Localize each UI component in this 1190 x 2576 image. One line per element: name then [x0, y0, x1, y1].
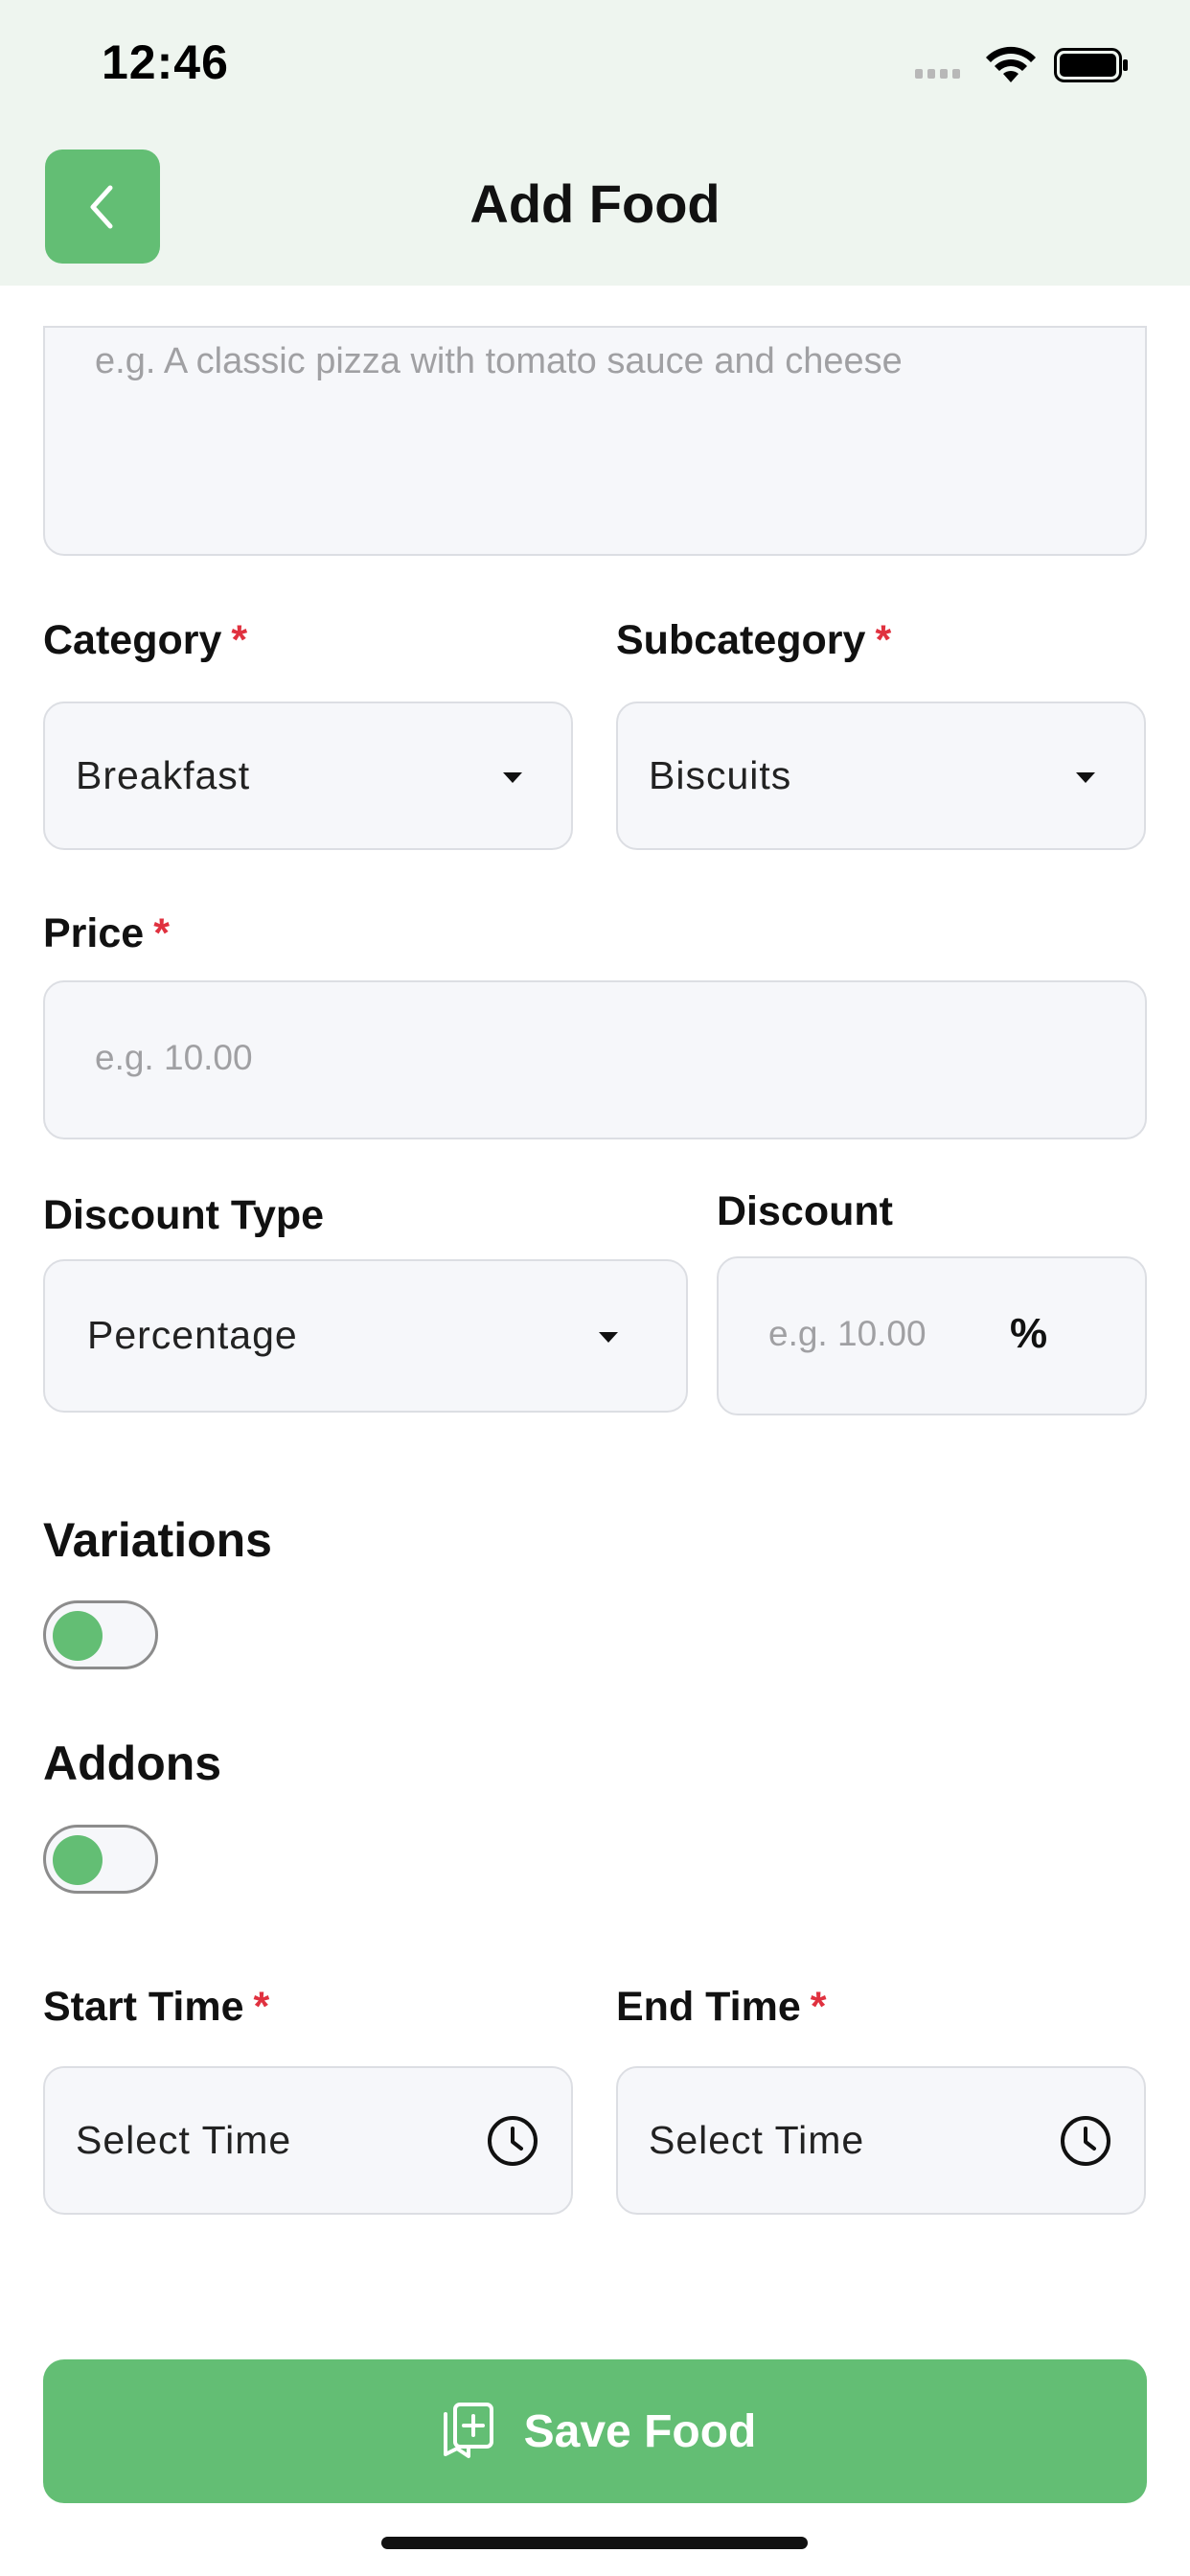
start-time-value: Select Time [76, 2118, 292, 2162]
caret-down-icon [1076, 772, 1095, 783]
start-time-label: Start Time * [43, 1984, 270, 2030]
description-textarea[interactable]: e.g. A classic pizza with tomato sauce a… [43, 326, 1147, 556]
caret-down-icon [503, 772, 522, 783]
category-label: Category * [43, 617, 248, 663]
battery-icon [1054, 48, 1128, 82]
discount-label: Discount [717, 1188, 893, 1234]
addons-label: Addons [43, 1736, 222, 1790]
description-placeholder: e.g. A classic pizza with tomato sauce a… [95, 341, 903, 381]
discount-type-label: Discount Type [43, 1192, 325, 1238]
clock-icon [1061, 2116, 1110, 2166]
toggle-knob [53, 1611, 103, 1661]
status-time: 12:46 [102, 35, 229, 89]
price-placeholder: e.g. 10.00 [95, 1038, 253, 1077]
wifi-icon [986, 46, 1036, 82]
app-header: 12:46 Add Food [0, 0, 1190, 286]
start-time-picker[interactable]: Select Time [43, 2066, 573, 2215]
percent-unit: % [1010, 1310, 1048, 1357]
save-food-label: Save Food [523, 2405, 757, 2457]
required-asterisk: * [153, 910, 170, 956]
required-asterisk: * [810, 1984, 827, 2030]
subcategory-label: Subcategory * [616, 617, 892, 663]
required-asterisk: * [875, 617, 892, 663]
caret-down-icon [599, 1332, 618, 1343]
price-label: Price * [43, 910, 170, 956]
end-time-picker[interactable]: Select Time [616, 2066, 1146, 2215]
subcategory-value: Biscuits [649, 753, 792, 797]
add-document-icon [443, 2403, 493, 2458]
end-time-label: End Time * [616, 1984, 827, 2030]
addons-toggle[interactable] [43, 1825, 158, 1894]
toggle-knob [53, 1835, 103, 1885]
discount-placeholder: e.g. 10.00 [768, 1314, 927, 1353]
variations-label: Variations [43, 1513, 272, 1567]
discount-input[interactable]: e.g. 10.00 % [717, 1256, 1147, 1415]
required-asterisk: * [253, 1984, 270, 2030]
required-asterisk: * [231, 617, 248, 663]
category-select[interactable]: Breakfast [43, 702, 573, 850]
discount-type-value: Percentage [87, 1313, 298, 1357]
subcategory-select[interactable]: Biscuits [616, 702, 1146, 850]
category-value: Breakfast [76, 753, 251, 797]
home-indicator [381, 2537, 808, 2549]
save-food-button[interactable]: Save Food [43, 2359, 1147, 2503]
price-input[interactable]: e.g. 10.00 [43, 980, 1147, 1139]
end-time-value: Select Time [649, 2118, 865, 2162]
clock-icon [488, 2116, 538, 2166]
cellular-signal-icon [915, 69, 960, 79]
page-title: Add Food [469, 173, 721, 234]
variations-toggle[interactable] [43, 1600, 158, 1669]
discount-type-select[interactable]: Percentage [43, 1259, 688, 1413]
